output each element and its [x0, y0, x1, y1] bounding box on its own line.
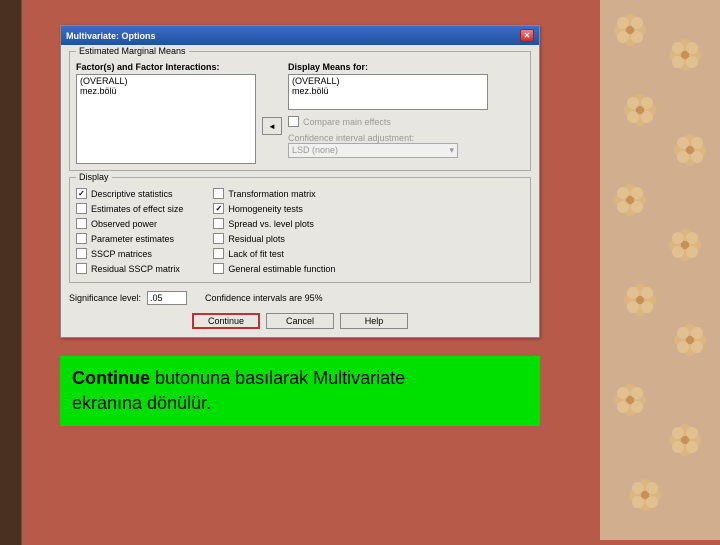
- checkbox-label: Parameter estimates: [91, 234, 174, 244]
- chevron-down-icon: ▾: [449, 145, 454, 156]
- checkbox[interactable]: [213, 263, 224, 274]
- caption-bold: Continue: [72, 368, 150, 388]
- checkbox-label: Transformation matrix: [228, 189, 315, 199]
- display-group: Display ✓Descriptive statisticsEstimates…: [69, 177, 531, 283]
- ci-text: Confidence intervals are 95%: [205, 293, 323, 303]
- factors-label: Factor(s) and Factor Interactions:: [76, 62, 256, 72]
- move-right-button[interactable]: ◄: [262, 117, 282, 135]
- checkbox-label: Lack of fit test: [228, 249, 284, 259]
- help-button[interactable]: Help: [340, 313, 408, 329]
- list-item[interactable]: (OVERALL): [78, 76, 254, 86]
- compare-main-checkbox[interactable]: [288, 116, 299, 127]
- caption-text-1: butonuna basılarak Multivariate: [150, 368, 405, 388]
- dialog-title: Multivariate: Options: [66, 31, 156, 41]
- titlebar: Multivariate: Options ✕: [61, 26, 539, 45]
- checkbox[interactable]: [76, 233, 87, 244]
- continue-button[interactable]: Continue: [192, 313, 260, 329]
- checkbox[interactable]: [213, 218, 224, 229]
- checkbox[interactable]: [76, 218, 87, 229]
- checkbox-label: Descriptive statistics: [91, 189, 173, 199]
- checkbox-label: Residual SSCP matrix: [91, 264, 180, 274]
- list-item[interactable]: mez.bölü: [78, 86, 254, 96]
- checkbox-label: SSCP matrices: [91, 249, 152, 259]
- display-left-col: ✓ Descriptive statistics Estimates of effe…: [76, 186, 183, 276]
- triangle-right-icon: ◄: [268, 122, 276, 131]
- caption-text-2: ekranına dönülür.: [72, 393, 211, 413]
- checkbox-label: General estimable function: [228, 264, 335, 274]
- display-means-listbox[interactable]: (OVERALL) mez.bölü: [288, 74, 488, 110]
- close-icon: ✕: [524, 31, 531, 40]
- list-item[interactable]: (OVERALL): [290, 76, 486, 86]
- display-means-label: Display Means for:: [288, 62, 488, 72]
- caption-box: Continue butonuna basılarak Multivariate…: [60, 356, 540, 426]
- list-item[interactable]: mez.bölü: [290, 86, 486, 96]
- cancel-button[interactable]: Cancel: [266, 313, 334, 329]
- significance-label: Significance level:: [69, 293, 141, 303]
- emm-group: Estimated Marginal Means Factor(s) and F…: [69, 51, 531, 171]
- display-group-title: Display: [76, 172, 112, 182]
- emm-group-title: Estimated Marginal Means: [76, 46, 189, 56]
- factors-listbox[interactable]: (OVERALL) mez.bölü: [76, 74, 256, 164]
- checkbox[interactable]: [213, 188, 224, 199]
- close-button[interactable]: ✕: [520, 29, 534, 42]
- checkbox-label: Estimates of effect size: [91, 204, 183, 214]
- options-dialog: Multivariate: Options ✕ Estimated Margin…: [60, 25, 540, 338]
- checkbox[interactable]: ✓: [213, 203, 224, 214]
- checkbox-label: Spread vs. level plots: [228, 219, 314, 229]
- display-right-col: Transformation matrix ✓ Homogeneity tests S…: [213, 186, 335, 276]
- ci-adjust-dropdown[interactable]: LSD (none) ▾: [288, 143, 458, 158]
- checkbox[interactable]: [76, 203, 87, 214]
- checkbox[interactable]: [213, 248, 224, 259]
- checkbox[interactable]: [76, 263, 87, 274]
- compare-main-label: Compare main effects: [303, 117, 391, 127]
- checkbox-label: Observed power: [91, 219, 157, 229]
- ci-adjust-value: LSD (none): [292, 145, 338, 156]
- significance-input[interactable]: .05: [147, 291, 187, 305]
- ci-adjust-label: Confidence interval adjustment:: [288, 133, 488, 143]
- checkbox[interactable]: [76, 248, 87, 259]
- checkbox-label: Homogeneity tests: [228, 204, 303, 214]
- checkbox-label: Residual plots: [228, 234, 285, 244]
- checkbox[interactable]: ✓: [76, 188, 87, 199]
- checkbox[interactable]: [213, 233, 224, 244]
